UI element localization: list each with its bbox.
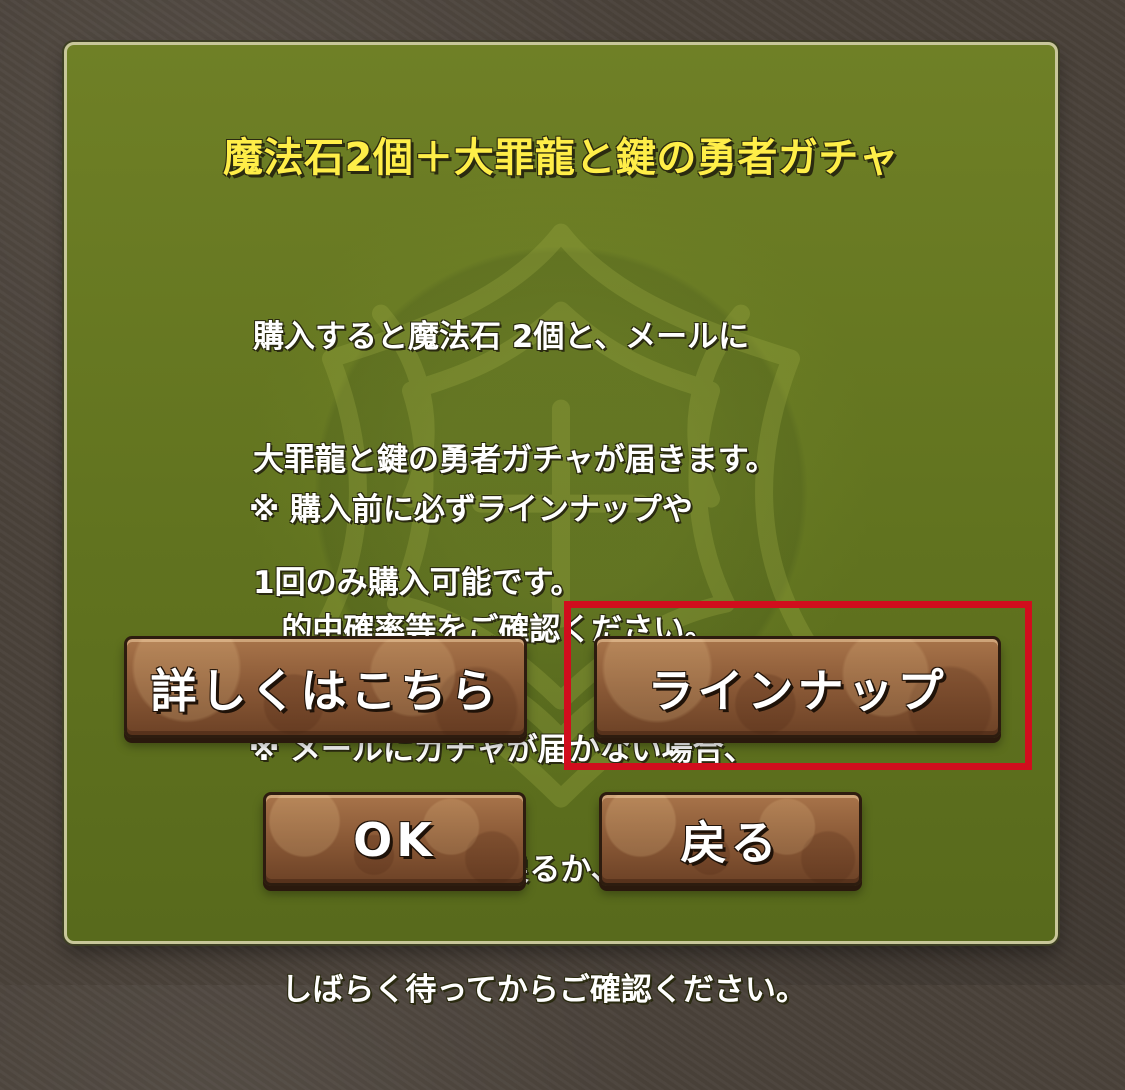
purchase-confirmation-dialog: 魔法石2個＋大罪龍と鍵の勇者ガチャ 購入すると魔法石 2個と、メールに 大罪龍と… xyxy=(64,42,1058,1008)
back-button-label: 戻る xyxy=(680,816,781,870)
back-button[interactable]: 戻る xyxy=(599,792,862,886)
description-line: 購入すると魔法石 2個と、メールに xyxy=(253,319,750,355)
lineup-button[interactable]: ラインナップ xyxy=(594,636,1001,738)
details-button[interactable]: 詳しくはこちら xyxy=(124,636,527,738)
dialog-title: 魔法石2個＋大罪龍と鍵の勇者ガチャ xyxy=(223,135,899,181)
ok-button-label: OK xyxy=(353,813,436,867)
note-line: ※ 購入前に必ずラインナップや xyxy=(249,492,693,528)
details-button-label: 詳しくはこちら xyxy=(150,664,501,718)
note-line: しばらく待ってからご確認ください。 xyxy=(249,972,807,1008)
ok-button[interactable]: OK xyxy=(263,792,526,886)
lineup-button-label: ラインナップ xyxy=(647,664,948,718)
